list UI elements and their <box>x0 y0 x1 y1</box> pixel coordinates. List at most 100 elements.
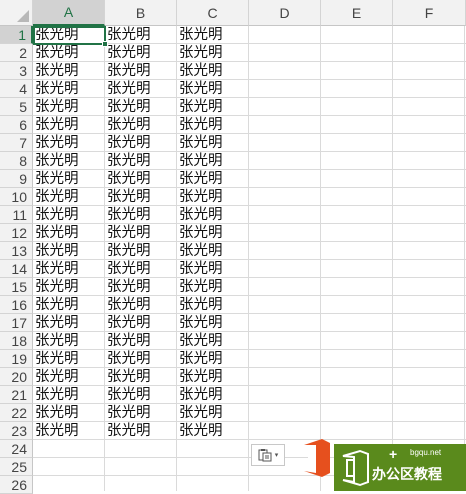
cell-a21[interactable]: 张光明 <box>33 386 105 404</box>
cell-b15[interactable]: 张光明 <box>105 278 177 296</box>
row-header-23[interactable]: 23 <box>0 422 33 440</box>
column-header-f[interactable]: F <box>393 0 466 26</box>
cell-a5[interactable]: 张光明 <box>33 98 105 116</box>
cell-b22[interactable]: 张光明 <box>105 404 177 422</box>
cell-a22[interactable]: 张光明 <box>33 404 105 422</box>
cell-b12[interactable]: 张光明 <box>105 224 177 242</box>
row-header-22[interactable]: 22 <box>0 404 33 422</box>
cell-b23[interactable]: 张光明 <box>105 422 177 440</box>
cell-a20[interactable]: 张光明 <box>33 368 105 386</box>
cell-b2[interactable]: 张光明 <box>105 44 177 62</box>
cell-b19[interactable]: 张光明 <box>105 350 177 368</box>
cell-c16[interactable]: 张光明 <box>177 296 249 314</box>
cell-a15[interactable]: 张光明 <box>33 278 105 296</box>
column-header-a[interactable]: A <box>33 0 105 26</box>
cell-grid[interactable]: 张光明 张光明 张光明 张光明 张光明 张光明 张光明 张光明 张光明 张光明 张光明 张光明 张光明张… <box>33 26 466 491</box>
cell-b11[interactable]: 张光明 <box>105 206 177 224</box>
row-header-18[interactable]: 18 <box>0 332 33 350</box>
row-header-14[interactable]: 14 <box>0 260 33 278</box>
row-header-9[interactable]: 9 <box>0 170 33 188</box>
cell-a23[interactable]: 张光明 <box>33 422 105 440</box>
cell-a9[interactable]: 张光明 <box>33 170 105 188</box>
column-header-e[interactable]: E <box>321 0 393 26</box>
cell-a6[interactable]: 张光明 <box>33 116 105 134</box>
cell-b10[interactable]: 张光明 <box>105 188 177 206</box>
cell-a13[interactable]: 张光明 <box>33 242 105 260</box>
cell-b21[interactable]: 张光明 <box>105 386 177 404</box>
cell-b8[interactable]: 张光明 <box>105 152 177 170</box>
cell-b17[interactable]: 张光明 <box>105 314 177 332</box>
cell-c11[interactable]: 张光明 <box>177 206 249 224</box>
row-header-12[interactable]: 12 <box>0 224 33 242</box>
cell-a10[interactable]: 张光明 <box>33 188 105 206</box>
cell-c7[interactable]: 张光明 <box>177 134 249 152</box>
cell-b20[interactable]: 张光明 <box>105 368 177 386</box>
cell-c6[interactable]: 张光明 <box>177 116 249 134</box>
row-header-3[interactable]: 3 <box>0 62 33 80</box>
cell-c17[interactable]: 张光明 <box>177 314 249 332</box>
paste-options-button[interactable]: ▾ <box>251 444 285 466</box>
cell-b18[interactable]: 张光明 <box>105 332 177 350</box>
row-header-11[interactable]: 11 <box>0 206 33 224</box>
fill-handle[interactable] <box>102 41 108 47</box>
cell-a19[interactable]: 张光明 <box>33 350 105 368</box>
cell-a12[interactable]: 张光明 <box>33 224 105 242</box>
row-header-15[interactable]: 15 <box>0 278 33 296</box>
cell-a4[interactable]: 张光明 <box>33 80 105 98</box>
cell-c13[interactable]: 张光明 <box>177 242 249 260</box>
row-header-26[interactable]: 26 <box>0 476 33 494</box>
cell-a8[interactable]: 张光明 <box>33 152 105 170</box>
row-header-8[interactable]: 8 <box>0 152 33 170</box>
row-header-13[interactable]: 13 <box>0 242 33 260</box>
column-header-c[interactable]: C <box>177 0 249 26</box>
cell-a2[interactable]: 张光明 <box>33 44 105 62</box>
row-header-6[interactable]: 6 <box>0 116 33 134</box>
cell-c1[interactable]: 张光明 <box>177 26 249 44</box>
column-header-d[interactable]: D <box>249 0 321 26</box>
cell-b16[interactable]: 张光明 <box>105 296 177 314</box>
cell-c4[interactable]: 张光明 <box>177 80 249 98</box>
row-header-2[interactable]: 2 <box>0 44 33 62</box>
select-all-corner[interactable] <box>0 0 33 26</box>
cell-c5[interactable]: 张光明 <box>177 98 249 116</box>
cell-c23[interactable]: 张光明 <box>177 422 249 440</box>
cell-b5[interactable]: 张光明 <box>105 98 177 116</box>
cell-b14[interactable]: 张光明 <box>105 260 177 278</box>
cell-a16[interactable]: 张光明 <box>33 296 105 314</box>
cell-c20[interactable]: 张光明 <box>177 368 249 386</box>
cell-c21[interactable]: 张光明 <box>177 386 249 404</box>
cell-c8[interactable]: 张光明 <box>177 152 249 170</box>
cell-b7[interactable]: 张光明 <box>105 134 177 152</box>
row-header-24[interactable]: 24 <box>0 440 33 458</box>
cell-a1[interactable]: 张光明 <box>33 26 105 44</box>
cell-c19[interactable]: 张光明 <box>177 350 249 368</box>
cell-c15[interactable]: 张光明 <box>177 278 249 296</box>
row-header-4[interactable]: 4 <box>0 80 33 98</box>
row-header-20[interactable]: 20 <box>0 368 33 386</box>
row-header-7[interactable]: 7 <box>0 134 33 152</box>
row-header-16[interactable]: 16 <box>0 296 33 314</box>
cell-b9[interactable]: 张光明 <box>105 170 177 188</box>
cell-c3[interactable]: 张光明 <box>177 62 249 80</box>
row-header-25[interactable]: 25 <box>0 458 33 476</box>
cell-a18[interactable]: 张光明 <box>33 332 105 350</box>
cell-a3[interactable]: 张光明 <box>33 62 105 80</box>
cell-b3[interactable]: 张光明 <box>105 62 177 80</box>
cell-b4[interactable]: 张光明 <box>105 80 177 98</box>
cell-a7[interactable]: 张光明 <box>33 134 105 152</box>
column-header-b[interactable]: B <box>105 0 177 26</box>
row-header-19[interactable]: 19 <box>0 350 33 368</box>
cell-c10[interactable]: 张光明 <box>177 188 249 206</box>
row-header-21[interactable]: 21 <box>0 386 33 404</box>
cell-c12[interactable]: 张光明 <box>177 224 249 242</box>
cell-c2[interactable]: 张光明 <box>177 44 249 62</box>
row-header-10[interactable]: 10 <box>0 188 33 206</box>
cell-a14[interactable]: 张光明 <box>33 260 105 278</box>
cell-b6[interactable]: 张光明 <box>105 116 177 134</box>
cell-c18[interactable]: 张光明 <box>177 332 249 350</box>
cell-b1[interactable]: 张光明 <box>105 26 177 44</box>
cell-c9[interactable]: 张光明 <box>177 170 249 188</box>
cell-a11[interactable]: 张光明 <box>33 206 105 224</box>
cell-c14[interactable]: 张光明 <box>177 260 249 278</box>
cell-b13[interactable]: 张光明 <box>105 242 177 260</box>
